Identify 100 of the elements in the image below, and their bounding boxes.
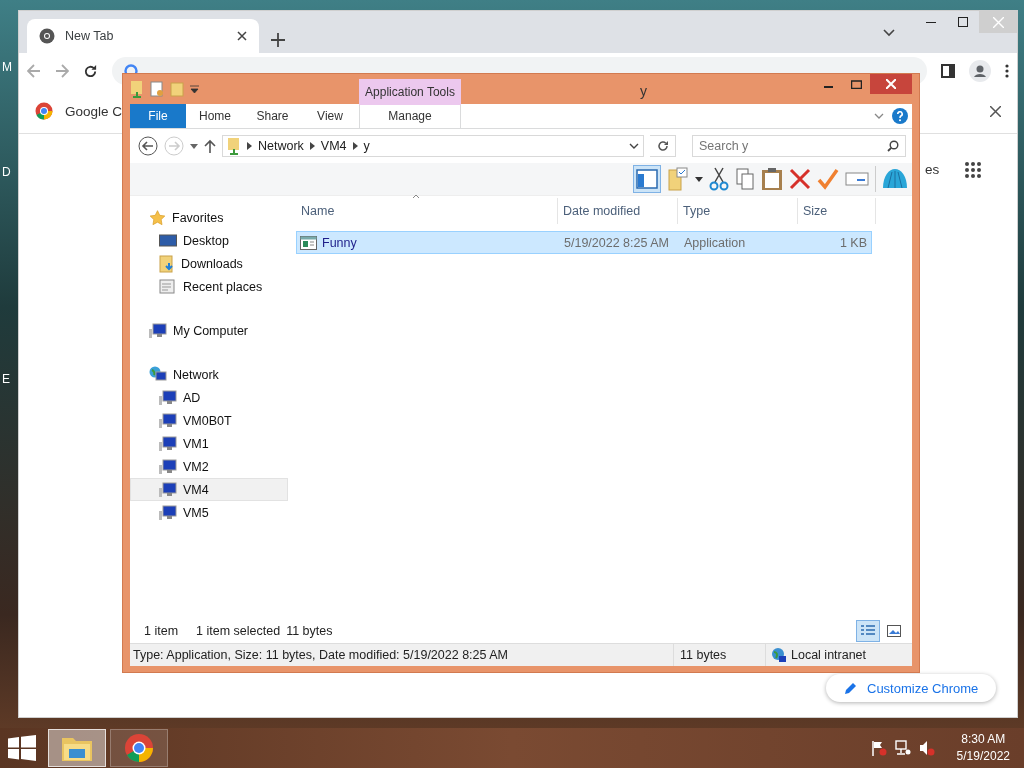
selection-count: 1 item selected	[196, 624, 281, 638]
close-button[interactable]	[870, 74, 912, 94]
reload-icon[interactable]	[83, 63, 98, 79]
selection-size: 11 bytes	[286, 624, 333, 638]
column-header[interactable]: Name	[296, 198, 558, 224]
nav-item[interactable]: VM2	[130, 455, 288, 478]
ribbon-tab[interactable]: File	[130, 104, 186, 128]
nav-item[interactable]: My Computer	[130, 319, 288, 342]
network-folder-icon	[227, 137, 241, 155]
apps-grid-icon[interactable]	[965, 162, 981, 178]
nav-item[interactable]: Favorites	[130, 206, 288, 229]
chevron-right-icon[interactable]	[352, 142, 358, 150]
clock-date: 5/19/2022	[956, 748, 1010, 765]
address-bar[interactable]: Network VM4 y	[222, 135, 644, 157]
new-tab-icon[interactable]	[271, 33, 285, 47]
file-explorer-button[interactable]	[48, 729, 106, 767]
application-icon	[300, 235, 317, 250]
menu-icon[interactable]	[1005, 64, 1009, 78]
shell-icon[interactable]	[882, 168, 908, 190]
nav-item[interactable]: Network	[130, 363, 288, 386]
action-center-flag-icon[interactable]	[870, 740, 887, 756]
ribbon-tab[interactable]: Home	[186, 104, 244, 128]
nav-item[interactable]: VM1	[130, 432, 288, 455]
maximize-icon	[850, 79, 862, 89]
date-cell-text: 5/19/2022 8:25 AM	[563, 235, 670, 250]
recent-places-icon	[159, 277, 177, 296]
chevron-down-icon[interactable]	[883, 29, 895, 37]
nav-item[interactable]: Desktop	[130, 229, 288, 252]
preview-pane-button[interactable]	[633, 165, 661, 193]
clipboard-icon[interactable]	[761, 167, 783, 191]
chrome-icon	[35, 102, 53, 120]
clock-time: 8:30 AM	[961, 731, 1006, 748]
chrome-icon	[124, 733, 154, 763]
ribbon-tab[interactable]: Share	[244, 104, 301, 128]
minimize-icon	[926, 21, 936, 23]
security-zone: Local intranet	[791, 648, 867, 662]
bookmark-item[interactable]: Google C	[65, 103, 123, 119]
ribbon-tab[interactable]: View	[301, 104, 359, 128]
caret-down-icon[interactable]	[695, 176, 703, 182]
breadcrumb-item[interactable]: VM4	[320, 139, 347, 153]
checkmark-icon[interactable]	[817, 168, 839, 190]
network-status-icon[interactable]	[894, 740, 911, 756]
clock[interactable]: 8:30 AM 5/19/2022	[956, 731, 1010, 765]
chevron-down-icon[interactable]	[629, 143, 639, 149]
copy-icon[interactable]	[735, 167, 755, 191]
ribbon-tab[interactable]: Manage	[359, 104, 461, 128]
star-icon	[149, 209, 166, 226]
scissors-icon[interactable]	[709, 167, 729, 191]
type-cell-text: Application	[683, 235, 747, 250]
column-header[interactable]: Date modified	[558, 198, 678, 224]
desktop-icon-label: D	[2, 165, 11, 179]
start-icon[interactable]	[8, 735, 36, 761]
column-header[interactable]: Size	[798, 198, 876, 224]
desktop-icon-label: M	[2, 60, 12, 74]
downloads-icon	[159, 254, 175, 273]
volume-muted-icon[interactable]	[918, 740, 935, 756]
caret-down-icon[interactable]	[190, 143, 198, 149]
sort-caret-icon	[412, 194, 420, 199]
customize-chrome-button[interactable]: Customize Chrome	[826, 674, 997, 702]
file-row[interactable]: Funny 5/19/2022 8:25 AM Application 1 KB	[296, 231, 872, 254]
up-arrow-icon[interactable]	[204, 139, 216, 153]
size-cell-text: 1 KB	[838, 235, 868, 250]
window-title: y	[640, 83, 647, 99]
computer-icon	[159, 435, 177, 452]
delete-icon[interactable]	[789, 168, 811, 190]
close-icon	[992, 16, 1004, 28]
computer-icon	[159, 481, 177, 498]
nav-item[interactable]: Recent places	[130, 275, 288, 298]
profile-icon[interactable]	[969, 60, 991, 82]
item-count: 1 item	[144, 624, 179, 638]
search-field[interactable]: Search y	[692, 135, 906, 157]
rename-icon[interactable]	[845, 171, 869, 187]
chevron-right-icon[interactable]	[247, 142, 252, 150]
help-icon[interactable]	[892, 108, 908, 124]
close-icon[interactable]	[990, 105, 1001, 117]
back-icon[interactable]	[138, 136, 158, 156]
breadcrumb-item[interactable]: Network	[258, 139, 304, 153]
properties-icon[interactable]	[150, 81, 164, 97]
images-link[interactable]: es	[925, 162, 940, 177]
nav-item[interactable]: Downloads	[130, 252, 288, 275]
sidebar-icon[interactable]	[941, 64, 955, 78]
column-header[interactable]: Type	[678, 198, 798, 224]
folder-check-icon[interactable]	[667, 167, 689, 191]
nav-item[interactable]: AD	[130, 386, 288, 409]
context-tab-title: Application Tools	[359, 79, 461, 105]
file-name: Funny	[322, 235, 357, 250]
dropdown-icon[interactable]	[190, 85, 199, 93]
close-icon[interactable]	[237, 31, 247, 41]
breadcrumb-item[interactable]: y	[363, 139, 370, 153]
refresh-button[interactable]	[650, 135, 676, 157]
nav-item[interactable]: VM5	[130, 501, 288, 524]
browser-tab[interactable]: New Tab	[27, 19, 259, 53]
nav-item[interactable]: VM4	[130, 478, 288, 501]
chevron-right-icon[interactable]	[309, 142, 315, 150]
search-icon[interactable]	[887, 140, 899, 152]
chrome-button[interactable]	[110, 729, 168, 767]
close-icon	[886, 79, 896, 89]
details-summary: Type: Application, Size: 11 bytes, Date modified: 5/19/2022 8:25 AM	[132, 648, 509, 662]
computer-icon	[159, 458, 177, 475]
nav-item[interactable]: VM0B0T	[130, 409, 288, 432]
